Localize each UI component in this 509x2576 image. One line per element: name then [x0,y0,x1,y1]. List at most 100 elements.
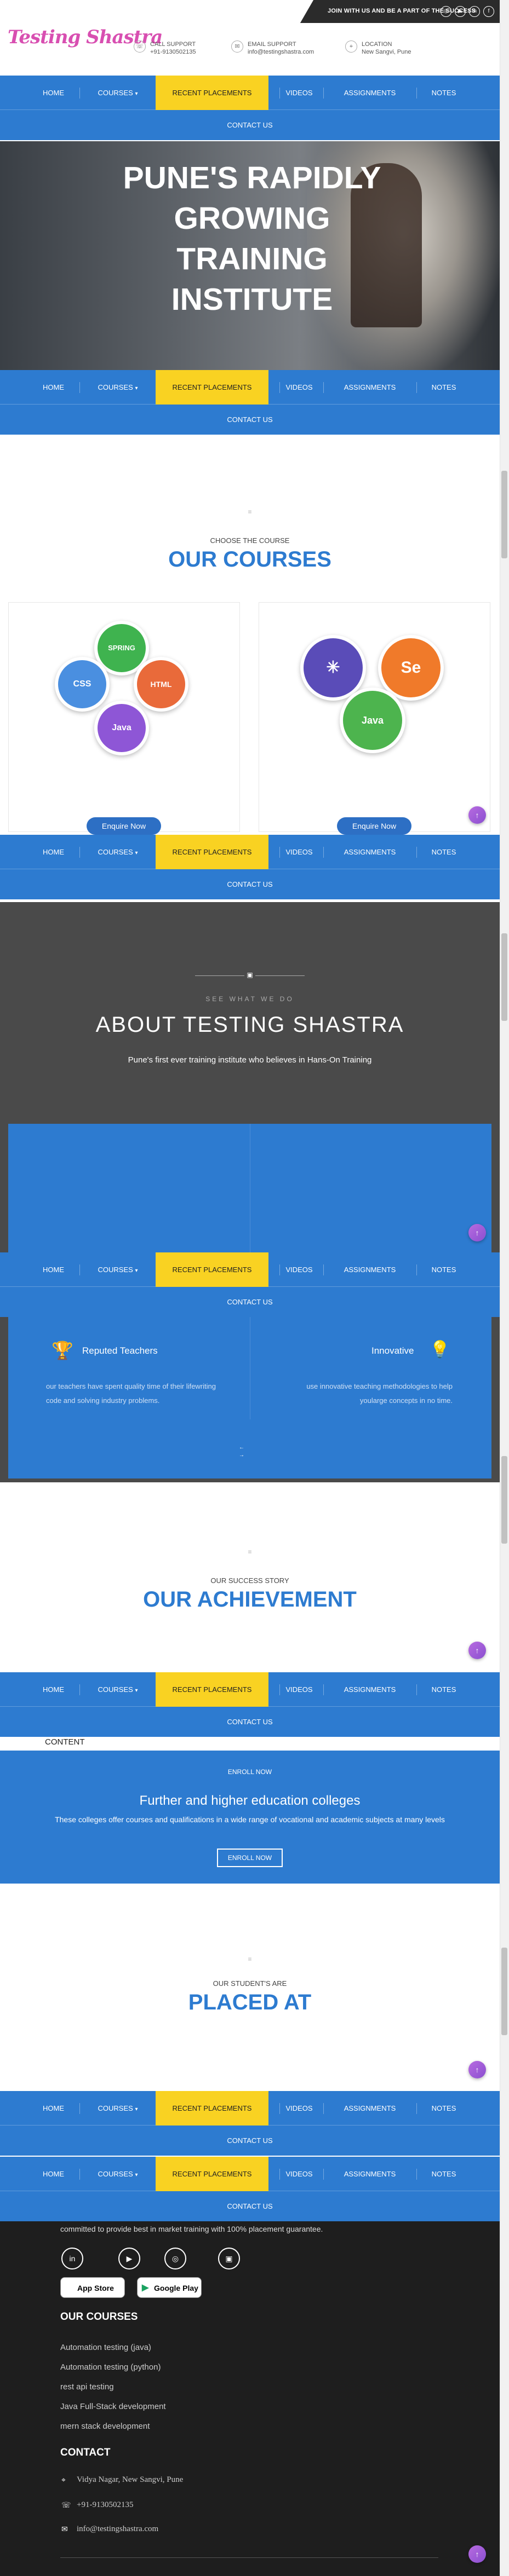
linkedin-icon[interactable]: in [61,2248,83,2269]
nav-courses[interactable]: COURSES ▾ [88,1672,148,1707]
divider-icon: ≡ [248,1548,252,1556]
nav-videos[interactable]: VIDEOS [281,1672,318,1707]
nav-notes[interactable]: NOTES [422,76,466,110]
footer-course-link[interactable]: Automation testing (java) [60,2343,151,2352]
courses-kicker: CHOOSE THE COURSE [210,536,290,545]
scrollbar-thumb[interactable] [501,1456,507,1544]
youtube-icon[interactable]: ▶ [455,6,466,17]
about-kicker: SEE WHAT WE DO [205,995,294,1003]
facebook-icon[interactable]: f [483,6,494,17]
nav-assignments[interactable]: ASSIGNMENTS [329,1252,411,1287]
nav-contact[interactable]: CONTACT US [0,405,500,435]
nav-courses-label: COURSES [98,2170,133,2178]
chevron-down-icon: ▾ [135,1688,138,1694]
nav-contact[interactable]: CONTACT US [0,2192,500,2221]
app-store-badge[interactable]: App Store [60,2277,125,2298]
nav-videos[interactable]: VIDEOS [281,2091,318,2126]
nav-recent-placements[interactable]: RECENT PLACEMENTS [156,2091,268,2126]
nav-recent-placements[interactable]: RECENT PLACEMENTS [156,1252,268,1287]
chevron-down-icon: ▾ [135,2106,138,2112]
nav-courses[interactable]: COURSES ▾ [88,370,148,405]
chevron-down-icon: ▾ [135,385,138,391]
instagram-icon[interactable]: ◎ [441,6,451,17]
linkedin-icon[interactable]: in [469,6,480,17]
scroll-top-button[interactable]: ↑ [468,1642,486,1659]
nav-courses-label: COURSES [98,89,133,97]
footer-course-link[interactable]: mern stack development [60,2422,150,2431]
nav-assignments[interactable]: ASSIGNMENTS [329,835,411,869]
nav-courses[interactable]: COURSES ▾ [88,76,148,110]
nav-contact[interactable]: CONTACT US [0,2126,500,2156]
slider-arrows[interactable]: ← → [239,1444,244,1459]
nav-assignments[interactable]: ASSIGNMENTS [329,76,411,110]
mail-icon: ✉ [61,2525,68,2533]
nav-notes[interactable]: NOTES [422,2157,466,2191]
scroll-top-button[interactable]: ↑ [468,806,486,824]
play-icon: ▶ [142,2283,149,2292]
nav-contact[interactable]: CONTACT US [0,1707,500,1737]
google-play-badge[interactable]: ▶ Google Play [137,2277,202,2298]
footer-divider [60,2557,438,2558]
placed-title: PLACED AT [188,1990,312,2014]
nav-videos[interactable]: VIDEOS [281,370,318,405]
enroll-kicker: ENROLL NOW [227,1768,272,1776]
nav-assignments[interactable]: ASSIGNMENTS [329,370,411,405]
nav-courses[interactable]: COURSES ▾ [88,835,148,869]
nav-courses[interactable]: COURSES ▾ [88,2157,148,2191]
call-support-value[interactable]: +91-9130502135 [150,48,196,56]
nav-home[interactable]: HOME [33,2157,74,2191]
nav-recent-placements[interactable]: RECENT PLACEMENTS [156,370,268,405]
nav-assignments[interactable]: ASSIGNMENTS [329,2157,411,2191]
scroll-top-button[interactable]: ↑ [468,2545,486,2563]
footer-course-link[interactable]: Java Full-Stack development [60,2402,166,2411]
nav-notes[interactable]: NOTES [422,370,466,405]
nav-home[interactable]: HOME [33,835,74,869]
nav-notes[interactable]: NOTES [422,1252,466,1287]
nav-notes[interactable]: NOTES [422,835,466,869]
scroll-top-button[interactable]: ↑ [468,1224,486,1241]
nav-notes[interactable]: NOTES [422,2091,466,2126]
enroll-title: Further and higher education colleges [139,1793,361,1808]
nav-home[interactable]: HOME [33,370,74,405]
nav-courses[interactable]: COURSES ▾ [88,2091,148,2126]
nav-contact[interactable]: CONTACT US [0,870,500,899]
footer-course-link[interactable]: Automation testing (python) [60,2363,161,2372]
youtube-icon[interactable]: ▶ [118,2248,140,2269]
nav-recent-placements[interactable]: RECENT PLACEMENTS [156,2157,268,2191]
nav-recent-placements[interactable]: RECENT PLACEMENTS [156,835,268,869]
page-scrollbar[interactable] [500,0,509,2576]
location-value: New Sangvi, Pune [362,49,411,55]
scrollbar-thumb[interactable] [501,933,507,1021]
nav-videos[interactable]: VIDEOS [281,76,318,110]
email-support-value[interactable]: info@testingshastra.com [248,48,314,56]
nav-courses-label: COURSES [98,1685,133,1694]
nav-recent-placements[interactable]: RECENT PLACEMENTS [156,76,268,110]
video-icon[interactable]: ▣ [218,2248,240,2269]
footer-phone[interactable]: +91-9130502135 [77,2500,133,2510]
enquire-button[interactable]: Enquire Now [87,817,161,835]
nav-recent-placements[interactable]: RECENT PLACEMENTS [156,1672,268,1707]
nav-home[interactable]: HOME [33,1252,74,1287]
nav-courses-label: COURSES [98,2104,133,2112]
nav-notes[interactable]: NOTES [422,1672,466,1707]
scrollbar-thumb[interactable] [501,471,507,558]
nav-contact[interactable]: CONTACT US [0,111,500,140]
enroll-button[interactable]: ENROLL NOW [217,1849,283,1867]
nav-home[interactable]: HOME [33,2091,74,2126]
nav-home[interactable]: HOME [33,1672,74,1707]
footer-email[interactable]: info@testingshastra.com [77,2525,158,2534]
nav-assignments[interactable]: ASSIGNMENTS [329,1672,411,1707]
enquire-button[interactable]: Enquire Now [337,817,411,835]
nav-videos[interactable]: VIDEOS [281,2157,318,2191]
nav-assignments[interactable]: ASSIGNMENTS [329,2091,411,2126]
scrollbar-thumb[interactable] [501,1948,507,2035]
scroll-top-button[interactable]: ↑ [468,2061,486,2078]
instagram-icon[interactable]: ◎ [164,2248,186,2269]
nav-videos[interactable]: VIDEOS [281,1252,318,1287]
nav-courses[interactable]: COURSES ▾ [88,1252,148,1287]
nav-videos[interactable]: VIDEOS [281,835,318,869]
achievement-title: OUR ACHIEVEMENT [143,1587,357,1612]
nav-home[interactable]: HOME [33,76,74,110]
nav-contact[interactable]: CONTACT US [0,1287,500,1317]
footer-course-link[interactable]: rest api testing [60,2382,114,2392]
